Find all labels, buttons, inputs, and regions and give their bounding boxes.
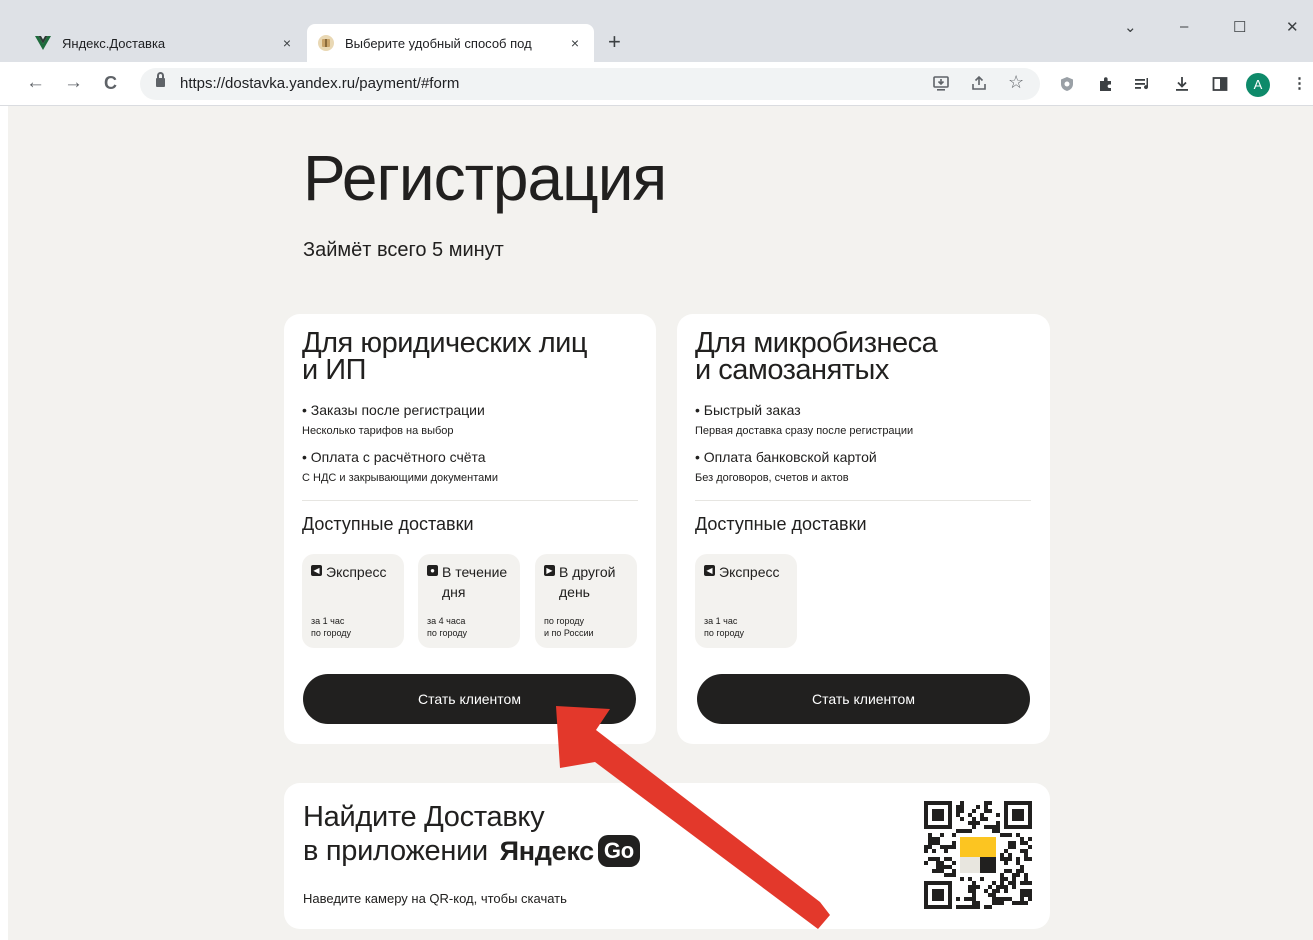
become-client-button[interactable]: Стать клиентом — [303, 674, 636, 724]
delivery-name: В другой день — [559, 564, 616, 600]
delivery-tile-express: ◀ Экспресс за 1 час по городу — [695, 554, 797, 648]
url-text[interactable]: https://dostavka.yandex.ru/payment/#form — [180, 75, 459, 92]
tab-title: Выберите удобный способ под — [345, 35, 532, 51]
forward-button[interactable]: → — [64, 72, 83, 94]
location-pin-icon: ● — [427, 565, 438, 576]
feature-title: • Оплата с расчётного счёта — [302, 449, 486, 465]
page-subtitle: Займёт всего 5 минут — [303, 239, 504, 261]
app-promo-card: Найдите Доставку в приложении Яндекс Go Н… — [284, 783, 1050, 929]
minimize-button[interactable]: – — [1180, 18, 1188, 35]
side-panel-icon[interactable] — [1212, 76, 1228, 96]
delivery-note: за 1 час по городу — [704, 616, 745, 638]
address-bar[interactable]: https://dostavka.yandex.ru/payment/#form… — [140, 68, 1040, 100]
go-badge-logo: Go — [597, 835, 640, 867]
deliveries-heading: Доступные доставки — [302, 514, 474, 534]
delivery-name: Экспресс — [326, 564, 387, 580]
feature-title: • Заказы после регистрации — [302, 402, 485, 418]
feature-subtitle: Первая доставка сразу после регистрации — [695, 425, 914, 437]
express-icon: ◀ — [704, 565, 715, 576]
divider — [302, 500, 638, 501]
browser-toolbar: ← → C https://dostavka.yandex.ru/payment… — [0, 62, 1313, 106]
card-microbusiness: Для микробизнеса и самозанятых • Быстрый… — [677, 314, 1050, 744]
deliveries-heading: Доступные доставки — [695, 514, 867, 534]
yandex-brand-logo: Яндекс — [499, 836, 595, 866]
back-button[interactable]: ← — [26, 72, 45, 94]
shield-extension-icon[interactable] — [1060, 76, 1074, 96]
lock-icon — [156, 72, 165, 87]
tab-yandex-dostavka[interactable]: Яндекс.Доставка × — [24, 24, 306, 62]
download-icon[interactable] — [1174, 76, 1190, 96]
delivery-note: за 1 час по городу — [311, 616, 352, 638]
delivery-note: по городу и по России — [544, 616, 594, 638]
feature-subtitle: С НДС и закрывающими документами — [302, 472, 498, 484]
tab-strip: Яндекс.Доставка × Выберите удобный спосо… — [0, 0, 1313, 62]
tab-close-icon[interactable]: × — [278, 35, 296, 51]
share-icon[interactable] — [970, 74, 988, 96]
feature-title: • Оплата банковской картой — [695, 449, 877, 465]
express-icon: ◀ — [311, 565, 322, 576]
tab-payment-active[interactable]: Выберите удобный способ под × — [307, 24, 594, 62]
delivery-name: Экспресс — [719, 564, 780, 580]
delivery-note: за 4 часа по городу — [427, 616, 468, 638]
install-icon[interactable] — [932, 74, 950, 96]
delivery-tile-express: ◀ Экспресс за 1 час по городу — [302, 554, 404, 648]
page-title: Регистрация — [303, 142, 667, 214]
tab-search-dropdown-icon[interactable]: ⌄ — [1124, 18, 1137, 36]
page-viewport: Регистрация Займёт всего 5 минут Для юри… — [8, 106, 1313, 940]
close-window-button[interactable]: ✕ — [1286, 18, 1299, 36]
reload-button[interactable]: C — [104, 72, 117, 94]
new-tab-button[interactable]: + — [608, 30, 621, 54]
delivery-tile-other-day: ▶ В другой день по городу и по России — [535, 554, 637, 648]
star-icon[interactable]: ☆ — [1008, 72, 1024, 93]
app-promo-line1: Найдите Доставку — [303, 801, 545, 833]
box-favicon-icon — [317, 34, 335, 52]
feature-title: • Быстрый заказ — [695, 402, 801, 418]
media-control-icon[interactable] — [1134, 76, 1152, 96]
vue-favicon-icon — [34, 34, 52, 52]
card-title: Для юридических лиц и ИП — [302, 327, 587, 386]
delivery-name: В течение дня — [442, 564, 508, 600]
card-legal-entities: Для юридических лиц и ИП • Заказы после … — [284, 314, 656, 744]
profile-avatar[interactable]: A — [1246, 73, 1270, 97]
app-promo-title: Найдите Доставку в приложении Яндекс Go — [303, 800, 640, 868]
arrow-right-icon: ▶ — [544, 565, 555, 576]
puzzle-extension-icon[interactable] — [1098, 76, 1114, 96]
feature-subtitle: Несколько тарифов на выбор — [302, 425, 454, 437]
maximize-button[interactable]: ☐ — [1233, 18, 1246, 36]
qr-hint: Наведите камеру на QR-код, чтобы скачать — [303, 891, 567, 906]
divider — [695, 500, 1031, 501]
app-promo-line2: в приложении — [303, 835, 488, 867]
become-client-button[interactable]: Стать клиентом — [697, 674, 1030, 724]
tab-title: Яндекс.Доставка — [62, 35, 166, 51]
delivery-tile-same-day: ● В течение дня за 4 часа по городу — [418, 554, 520, 648]
kebab-menu-icon[interactable]: ⋮ — [1292, 76, 1307, 92]
card-title: Для микробизнеса и самозанятых — [695, 327, 938, 386]
feature-subtitle: Без договоров, счетов и актов — [695, 472, 849, 484]
qr-code-icon — [924, 801, 1032, 909]
tab-close-icon[interactable]: × — [566, 35, 584, 51]
